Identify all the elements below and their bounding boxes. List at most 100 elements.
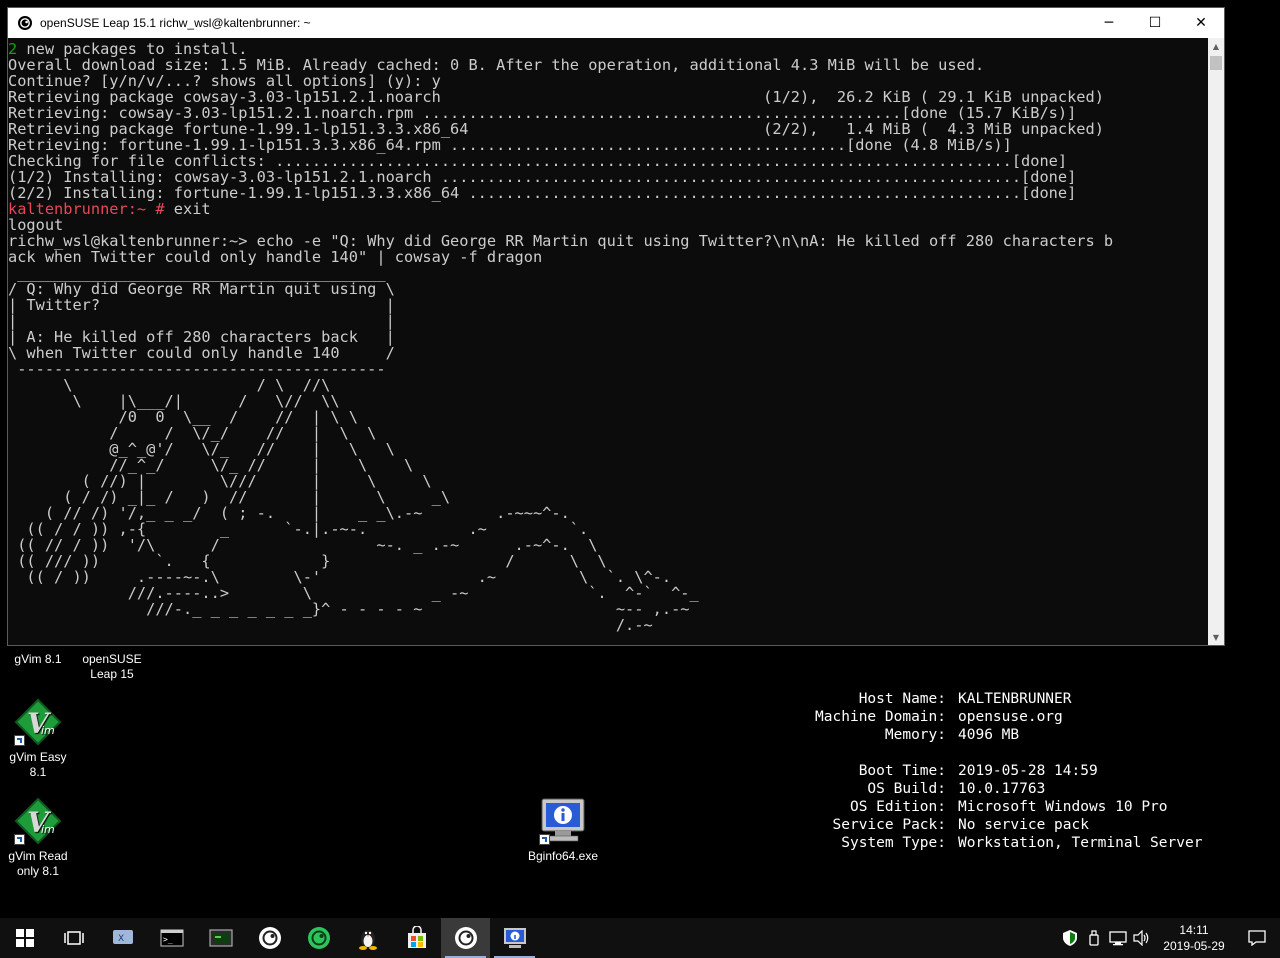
terminal-line: Continue? [y/n/v/...? shows all options]… (8, 73, 1208, 89)
desktop-icon-gvim-read-only[interactable]: V im gVim Read only 8.1 (0, 797, 76, 879)
network-icon[interactable] (1106, 918, 1130, 958)
svg-text:>_: >_ (163, 935, 173, 944)
security-shield-icon[interactable] (1058, 918, 1082, 958)
bginfo-row: Host Name: KALTENBRUNNER (780, 690, 1202, 708)
taskbar: X >_ 14:11 2019-05-29 (0, 918, 1280, 958)
terminal-line: ( // /) '/,_ _ _/ ( ; -. | _ _\.-~ .-~~~… (8, 505, 1208, 521)
desktop-icon-label: gVim Easy 8.1 (9, 750, 67, 779)
desktop-icon-opensuse[interactable]: openSUSE Leap 15 (74, 652, 150, 682)
desktop-icon-label: Bginfo64.exe (527, 849, 599, 863)
bginfo-spacer (780, 744, 1202, 762)
bginfo-key: Service Pack: (832, 817, 947, 833)
terminal-line: | Twitter? | (8, 297, 1208, 313)
scroll-down-icon[interactable]: ▼ (1208, 629, 1224, 645)
desktop-icon-bginfo[interactable]: Bginfo64.exe (524, 797, 602, 864)
terminal-line: Retrieving package fortune-1.99.1-lp151.… (8, 121, 1208, 137)
opensuse-icon (258, 927, 281, 949)
notifications-button[interactable] (1234, 918, 1280, 958)
clock-time: 14:11 (1179, 923, 1209, 937)
usb-device-icon[interactable] (1082, 918, 1106, 958)
shortcut-arrow-icon (14, 735, 25, 746)
bginfo-icon (503, 928, 526, 948)
bginfo-row: Memory: 4096 MB (780, 726, 1202, 744)
start-button[interactable] (0, 918, 49, 958)
os-edition-value: Microsoft Windows 10 Pro (958, 799, 1168, 815)
scroll-up-icon[interactable]: ▲ (1208, 38, 1224, 54)
scrollbar-thumb[interactable] (1210, 56, 1222, 70)
terminal-line: ack when Twitter could only handle 140" … (8, 249, 1208, 265)
taskbar-opensuse-green[interactable] (294, 918, 343, 958)
taskbar-remote-desktop[interactable]: X (98, 918, 147, 958)
bginfo-row: OS Build: 10.0.17763 (780, 780, 1202, 798)
taskbar-terminal[interactable] (196, 918, 245, 958)
volume-icon[interactable] (1130, 918, 1154, 958)
linux-tux-icon (358, 930, 377, 950)
window-controls: ─ ☐ ✕ (1086, 8, 1224, 38)
terminal-text: 2 new packages to install. Overall downlo… (8, 38, 1208, 645)
taskbar-opensuse-white[interactable] (245, 918, 294, 958)
bginfo-row: System Type: Workstation, Terminal Serve… (780, 834, 1202, 852)
bginfo-key: Memory: (884, 727, 946, 743)
terminal-line: kaltenbrunner:~ # exit (8, 201, 1208, 217)
terminal-line: (( // / )) '/\ / ~-. _ .-~ .-~^-. \ (8, 537, 1208, 553)
taskbar-opensuse-active[interactable] (441, 918, 490, 958)
terminal-line: (1/2) Installing: cowsay-3.03-lp151.2.1.… (8, 169, 1208, 185)
taskbar-clock[interactable]: 14:11 2019-05-29 (1154, 922, 1234, 954)
terminal-line-text: exit (164, 200, 211, 218)
desktop-icon-gvim[interactable]: gVim 8.1 (0, 652, 76, 667)
title-bar[interactable]: openSUSE Leap 15.1 richw_wsl@kaltenbrunn… (8, 8, 1224, 38)
terminal-line: Retrieving: cowsay-3.03-lp151.2.1.noarch… (8, 105, 1208, 121)
desktop-icon-label: gVim Read only 8.1 (8, 849, 68, 878)
bginfo-row: OS Edition: Microsoft Windows 10 Pro (780, 798, 1202, 816)
terminal-line: \ when Twitter could only handle 140 / (8, 345, 1208, 361)
service-pack-value: No service pack (958, 817, 1089, 833)
terminal-line: Checking for file conflicts: ...........… (8, 153, 1208, 169)
svg-text:im: im (41, 724, 55, 737)
boot-time-value: 2019-05-28 14:59 (958, 763, 1098, 779)
terminal-line: \ |\___/| / \// \\ (8, 393, 1208, 409)
terminal-output[interactable]: 2 new packages to install. Overall downlo… (8, 38, 1208, 645)
os-build-value: 10.0.17763 (958, 781, 1046, 797)
terminal-line: \ / \ //\ (8, 377, 1208, 393)
terminal-line: ________________________________________ (8, 265, 1208, 281)
minimize-button[interactable]: ─ (1086, 8, 1132, 38)
maximize-icon: ☐ (1148, 15, 1162, 31)
terminal-line: | | (8, 313, 1208, 329)
action-center-icon (1248, 930, 1266, 946)
terminal-line: (( / )) .----~-.\ \-' .~ \ `. \^-. (8, 569, 1208, 585)
system-tray: 14:11 2019-05-29 (1058, 918, 1280, 958)
bginfo-app-icon (539, 797, 587, 845)
remote-desktop-icon: X (112, 930, 133, 944)
taskbar-cmd[interactable]: >_ (147, 918, 196, 958)
desktop-icon-label: openSUSE Leap 15 (82, 652, 142, 681)
vim-icon: V im (14, 797, 62, 845)
opensuse-active-icon (454, 927, 477, 949)
desktop-icon-gvim-easy[interactable]: V im gVim Easy 8.1 (0, 698, 76, 780)
bginfo-key: System Type: (841, 835, 946, 851)
terminal-icon (208, 929, 233, 947)
taskbar-store[interactable] (392, 918, 441, 958)
memory-value: 4096 MB (958, 727, 1020, 743)
store-icon (407, 926, 426, 948)
terminal-scrollbar[interactable]: ▲ ▼ (1208, 38, 1224, 645)
terminal-line: ///-._ _ _ _ _ _ _}^ - - - - ~ ~-- ,.-~ (8, 601, 1208, 617)
windows-start-icon (15, 929, 34, 947)
host-name-value: KALTENBRUNNER (958, 691, 1072, 707)
machine-domain-value: opensuse.org (958, 709, 1063, 725)
bginfo-row: Boot Time: 2019-05-28 14:59 (780, 762, 1202, 780)
bginfo-key: OS Build: (867, 781, 946, 797)
bginfo-row: Service Pack: No service pack (780, 816, 1202, 834)
taskbar-bginfo[interactable] (490, 918, 539, 958)
taskbar-linux[interactable] (343, 918, 392, 958)
clock-date: 2019-05-29 (1163, 939, 1225, 953)
opensuse-app-icon (18, 16, 32, 30)
terminal-line: Retrieving: fortune-1.99.1-lp151.3.3.x86… (8, 137, 1208, 153)
svg-text:im: im (41, 823, 55, 836)
task-view-button[interactable] (49, 918, 98, 958)
close-button[interactable]: ✕ (1178, 8, 1224, 38)
bginfo-key: Machine Domain: (815, 709, 946, 725)
terminal-line: (( / / )) ,-{ _ `-.|.-~-. .~ `. (8, 521, 1208, 537)
maximize-button[interactable]: ☐ (1132, 8, 1178, 38)
terminal-window[interactable]: openSUSE Leap 15.1 richw_wsl@kaltenbrunn… (7, 7, 1225, 646)
